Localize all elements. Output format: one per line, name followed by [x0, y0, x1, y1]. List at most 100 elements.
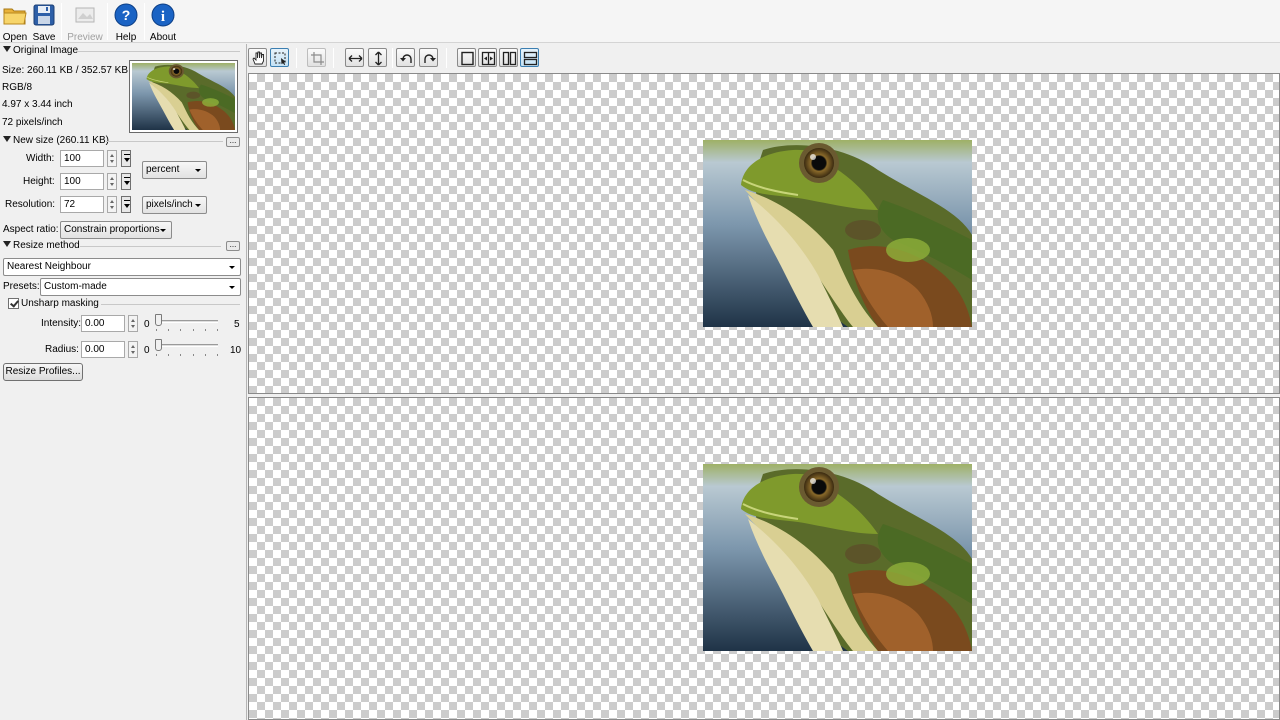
stacked-view-button[interactable]	[520, 48, 539, 67]
resolution-unit-select[interactable]: pixels/inch	[142, 196, 207, 214]
split-pane-icon	[481, 51, 496, 66]
resize-method-select[interactable]: Nearest Neighbour	[3, 258, 241, 276]
original-image-header[interactable]: Original Image	[3, 45, 78, 57]
height-spinner[interactable]	[107, 173, 117, 190]
collapse-triangle-icon	[3, 136, 11, 142]
unsharp-masking-checkbox[interactable]	[8, 298, 19, 309]
frog-thumbnail-image	[131, 62, 236, 131]
split-compare-button[interactable]	[478, 48, 497, 67]
rotate-left-icon	[400, 54, 412, 63]
original-thumbnail	[129, 60, 238, 133]
frog-image-resized	[703, 464, 972, 651]
dimensions-text: 4.97 x 3.44 inch	[2, 99, 73, 110]
original-size-text: Size: 260.11 KB / 352.57 KB	[2, 65, 129, 76]
resolution-menu-button[interactable]	[121, 196, 131, 213]
new-size-header[interactable]: New size (260.11 KB)	[3, 135, 109, 147]
presets-label: Presets:	[3, 281, 40, 292]
resize-method-header[interactable]: Resize method	[3, 240, 80, 252]
rotate-right-button[interactable]	[419, 48, 438, 67]
fit-height-button[interactable]	[368, 48, 387, 67]
radius-max-label: 10	[230, 345, 242, 356]
new-size-options-button[interactable]: ...	[226, 137, 240, 147]
open-button[interactable]: Open	[2, 2, 28, 43]
rotate-right-icon	[424, 54, 436, 63]
width-input[interactable]: 100	[60, 150, 104, 167]
selection-rectangle-icon	[274, 52, 286, 65]
resized-preview-pane[interactable]	[248, 397, 1280, 720]
about-label: About	[149, 32, 177, 43]
color-mode-text: RGB/8	[2, 82, 33, 93]
intensity-slider-track[interactable]	[156, 320, 218, 323]
width-label: Width:	[26, 153, 55, 164]
intensity-min-label: 0	[144, 319, 150, 330]
original-preview-pane[interactable]	[248, 73, 1280, 394]
radius-slider-track[interactable]	[156, 344, 218, 347]
radius-input[interactable]: 0.00	[81, 341, 125, 358]
toolbar-separator	[446, 48, 447, 68]
section-divider	[101, 304, 240, 305]
floppy-disk-icon	[33, 4, 55, 26]
resolution-spinner[interactable]	[107, 196, 117, 213]
horizontal-arrows-icon	[348, 55, 363, 62]
radius-spinner[interactable]	[128, 341, 138, 358]
radius-min-label: 0	[144, 345, 150, 356]
resolution-text: 72 pixels/inch	[2, 117, 63, 128]
open-label: Open	[2, 32, 28, 43]
single-pane-icon	[461, 51, 474, 66]
preview-button[interactable]: Preview	[66, 2, 104, 43]
section-divider	[80, 246, 221, 247]
section-divider	[78, 51, 240, 52]
presets-select[interactable]: Custom-made	[40, 278, 241, 296]
height-label: Height:	[23, 176, 55, 187]
svg-text:i: i	[161, 9, 165, 25]
width-menu-button[interactable]	[121, 150, 131, 167]
save-button[interactable]: Save	[31, 2, 57, 43]
unsharp-masking-label: Unsharp masking	[21, 298, 99, 309]
resize-profiles-button[interactable]: Resize Profiles...	[3, 363, 83, 381]
vertical-arrows-icon	[375, 51, 382, 66]
main-toolbar: Open Save Preview ? Help i About	[0, 0, 1280, 43]
rotate-left-button[interactable]	[396, 48, 415, 67]
toolbar-separator	[61, 3, 62, 40]
crop-icon	[311, 52, 324, 65]
toolbar-separator	[296, 48, 297, 68]
toolbar-separator	[333, 48, 334, 68]
settings-panel: Original Image Size: 260.11 KB / 352.57 …	[0, 44, 247, 720]
frog-image-original	[703, 140, 972, 327]
crop-button[interactable]	[307, 48, 326, 67]
intensity-input[interactable]: 0.00	[81, 315, 125, 332]
resize-method-options-button[interactable]: ...	[226, 241, 240, 251]
intensity-slider-ticks	[156, 329, 218, 332]
image-view-toolbar	[248, 44, 1280, 72]
height-menu-button[interactable]	[121, 173, 131, 190]
aspect-ratio-select[interactable]: Constrain proportions	[60, 221, 172, 239]
width-spinner[interactable]	[107, 150, 117, 167]
stacked-panes-icon	[523, 51, 538, 66]
radius-slider-ticks	[156, 354, 218, 357]
save-label: Save	[32, 32, 56, 43]
size-unit-select[interactable]: percent	[142, 161, 207, 179]
toolbar-separator	[392, 48, 393, 68]
hand-tool-button[interactable]	[248, 48, 267, 67]
intensity-spinner[interactable]	[128, 315, 138, 332]
side-by-side-icon	[502, 51, 517, 66]
folder-icon	[3, 8, 27, 25]
intensity-slider-thumb[interactable]	[155, 314, 162, 326]
resolution-label: Resolution:	[5, 199, 56, 210]
help-label: Help	[115, 32, 137, 43]
resolution-input[interactable]: 72	[60, 196, 104, 213]
fit-width-button[interactable]	[345, 48, 364, 67]
help-button[interactable]: ? Help	[112, 2, 140, 43]
side-by-side-button[interactable]	[499, 48, 518, 67]
info-icon: i	[151, 3, 175, 27]
about-button[interactable]: i About	[148, 2, 178, 43]
selection-tool-button[interactable]	[270, 48, 289, 67]
single-view-button[interactable]	[457, 48, 476, 67]
help-icon: ?	[114, 3, 138, 27]
radius-slider-thumb[interactable]	[155, 339, 162, 351]
collapse-triangle-icon	[3, 241, 11, 247]
intensity-max-label: 5	[234, 319, 240, 330]
height-input[interactable]: 100	[60, 173, 104, 190]
toolbar-separator	[144, 3, 145, 40]
section-divider	[106, 141, 223, 142]
